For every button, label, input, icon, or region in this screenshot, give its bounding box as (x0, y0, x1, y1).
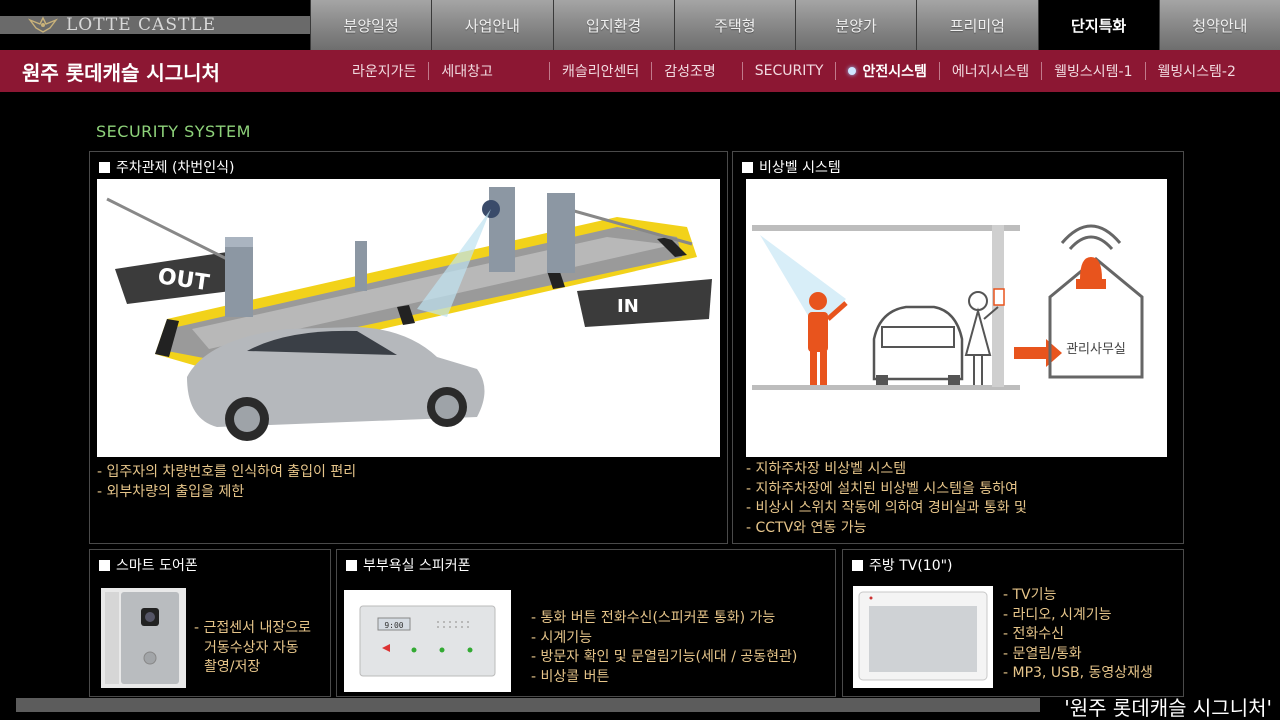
desc-line: - 비상시 스위치 작동에 의하여 경비실과 통화 및 (746, 500, 1027, 516)
desc-line: - 외부차량의 출입을 제한 (97, 483, 245, 500)
main-nav: 분양일정 사업안내 입지환경 주택형 분양가 프리미엄 단지특화 청약안내 (310, 0, 1280, 50)
bullet-square-icon (742, 161, 753, 173)
subnav-item-lounge-garden[interactable]: 라운지가든 (340, 61, 428, 81)
bullet-square-icon (346, 559, 357, 571)
subnav-item-lighting[interactable]: 감성조명 (652, 61, 742, 81)
desc-line: - 비상콜 버튼 (531, 668, 610, 685)
clock-display: 9:00 (384, 621, 403, 630)
panel-title: 비상벨 시스템 (742, 157, 841, 177)
panel-title: 주차관제 (차번인식) (99, 157, 234, 177)
sub-nav: 라운지가든 세대창고 캐슬리안센터 감성조명 SECURITY 안전시스템 에너… (340, 50, 1248, 92)
kitchen-tv-panel: 주방 TV(10") - TV기능 - 라디오, 시계기능 - 전화수신 - 문… (842, 549, 1184, 697)
panel-title-text: 부부욕실 스피커폰 (363, 558, 471, 574)
lotte-emblem-icon (28, 16, 58, 33)
smart-doorphone-panel: 스마트 도어폰 - 근접센서 내장으로 거동수상자 자동 촬영/저장 (89, 549, 331, 697)
subnav-item-storage[interactable]: 세대창고 (429, 61, 549, 81)
emergency-bell-illustration: 관리사무실 (746, 179, 1167, 457)
kitchen-tv-image (853, 586, 993, 688)
desc-line: - 근접센서 내장으로 (194, 620, 311, 636)
desc-line: 촬영/저장 (204, 659, 261, 675)
section-title: SECURITY SYSTEM (96, 122, 251, 141)
doorphone-description: - 근접센서 내장으로 거동수상자 자동 촬영/저장 (194, 619, 311, 678)
active-dot-icon (848, 67, 857, 75)
logo-text: LOTTE CASTLE (66, 15, 217, 35)
panel-title: 부부욕실 스피커폰 (346, 555, 471, 575)
panel-title-text: 주방 TV(10") (869, 558, 953, 574)
bathroom-speakerphone-panel: 부부욕실 스피커폰 9:00 - 통화 버튼 전화수신(스피커폰 통화) 가능 … (336, 549, 836, 697)
nav-item-premium[interactable]: 프리미엄 (916, 0, 1038, 50)
desc-line: - 지하주차장 비상벨 시스템 (746, 461, 907, 477)
panel-title-text: 스마트 도어폰 (116, 558, 198, 574)
panel-title: 스마트 도어폰 (99, 555, 198, 575)
subnav-item-wellbeing-1[interactable]: 웰빙스시템-1 (1042, 61, 1144, 81)
panel-title-text: 비상벨 시스템 (759, 160, 841, 176)
panel-title-text: 주차관제 (차번인식) (116, 160, 235, 176)
subnav-item-castlean-center[interactable]: 캐슬리안센터 (550, 61, 651, 81)
subnav-item-security[interactable]: SECURITY (743, 63, 836, 79)
desc-line: - TV기능 (1003, 587, 1057, 603)
bullet-square-icon (852, 559, 863, 571)
in-sign: IN (617, 296, 639, 317)
logo[interactable]: LOTTE CASTLE (28, 14, 216, 36)
nav-item-complex-features[interactable]: 단지특화 (1037, 0, 1159, 50)
desc-line: - 방문자 확인 및 문열림기능(세대 / 공동현관) (531, 649, 798, 665)
desc-line: - 지하주차장에 설치된 비상벨 시스템을 통하여 (746, 480, 1019, 497)
nav-item-unit-type[interactable]: 주택형 (673, 0, 795, 50)
desc-line: - 라디오, 시계기능 (1003, 606, 1112, 623)
bullet-square-icon (99, 161, 110, 173)
bottom-bar (16, 698, 1041, 712)
subnav-item-safety-system[interactable]: 안전시스템 (836, 61, 938, 81)
speakerphone-image: 9:00 (344, 590, 511, 692)
office-label: 관리사무실 (1066, 342, 1126, 357)
nav-item-location[interactable]: 입지환경 (552, 0, 674, 50)
desc-line: - 통화 버튼 전화수신(스피커폰 통화) 가능 (531, 610, 776, 626)
bottom-caption: '원주 롯데캐슬 시그니처' (16, 692, 1280, 720)
doorphone-image (101, 588, 186, 688)
emergency-description: - 지하주차장 비상벨 시스템 - 지하주차장에 설치된 비상벨 시스템을 통하… (746, 460, 1027, 538)
desc-line: - 입주자의 차량번호를 인식하여 출입이 편리 (97, 464, 357, 480)
subnav-item-label: 안전시스템 (862, 64, 927, 80)
desc-line: - CCTV와 연동 가능 (746, 519, 867, 536)
parking-description: - 입주자의 차량번호를 인식하여 출입이 편리 - 외부차량의 출입을 제한 (97, 463, 356, 502)
caption-text: '원주 롯데캐슬 시그니처' (1064, 695, 1272, 720)
parking-gate-illustration: OUT IN (97, 179, 720, 457)
parking-control-panel: 주차관제 (차번인식) OUT IN - 입주자의 차량번호를 인식하여 출입이… (89, 151, 728, 544)
desc-line: - 시계기능 (531, 629, 593, 646)
desc-line: 거동수상자 자동 (204, 639, 299, 656)
bullet-square-icon (99, 559, 110, 571)
nav-item-subscription[interactable]: 청약안내 (1158, 0, 1280, 50)
page-title: 원주 롯데캐슬 시그니처 (22, 61, 220, 85)
nav-item-price[interactable]: 분양가 (795, 0, 917, 50)
subnav-item-energy-system[interactable]: 에너지시스템 (940, 61, 1041, 81)
sub-header: 원주 롯데캐슬 시그니처 라운지가든 세대창고 캐슬리안센터 감성조명 SECU… (0, 50, 1280, 92)
emergency-bell-panel: 비상벨 시스템 관리사무실 - 지하주차장 비상벨 시스템 - 지하주차장에 설… (732, 151, 1184, 544)
nav-item-business[interactable]: 사업안내 (431, 0, 553, 50)
nav-item-schedule[interactable]: 분양일정 (310, 0, 432, 50)
subnav-item-wellbeing-2[interactable]: 웰빙시스템-2 (1146, 61, 1248, 81)
panel-title: 주방 TV(10") (852, 555, 953, 575)
top-bar: LOTTE CASTLE 분양일정 사업안내 입지환경 주택형 분양가 프리미엄… (0, 0, 1280, 50)
speakerphone-description: - 통화 버튼 전화수신(스피커폰 통화) 가능 - 시계기능 - 방문자 확인… (531, 609, 797, 687)
desc-line: - 전화수신 (1003, 626, 1065, 642)
desc-line: - 문열림/통화 (1003, 645, 1082, 662)
kitchen-tv-description: - TV기능 - 라디오, 시계기능 - 전화수신 - 문열림/통화 - MP3… (1003, 586, 1153, 684)
desc-line: - MP3, USB, 동영상재생 (1003, 665, 1153, 681)
